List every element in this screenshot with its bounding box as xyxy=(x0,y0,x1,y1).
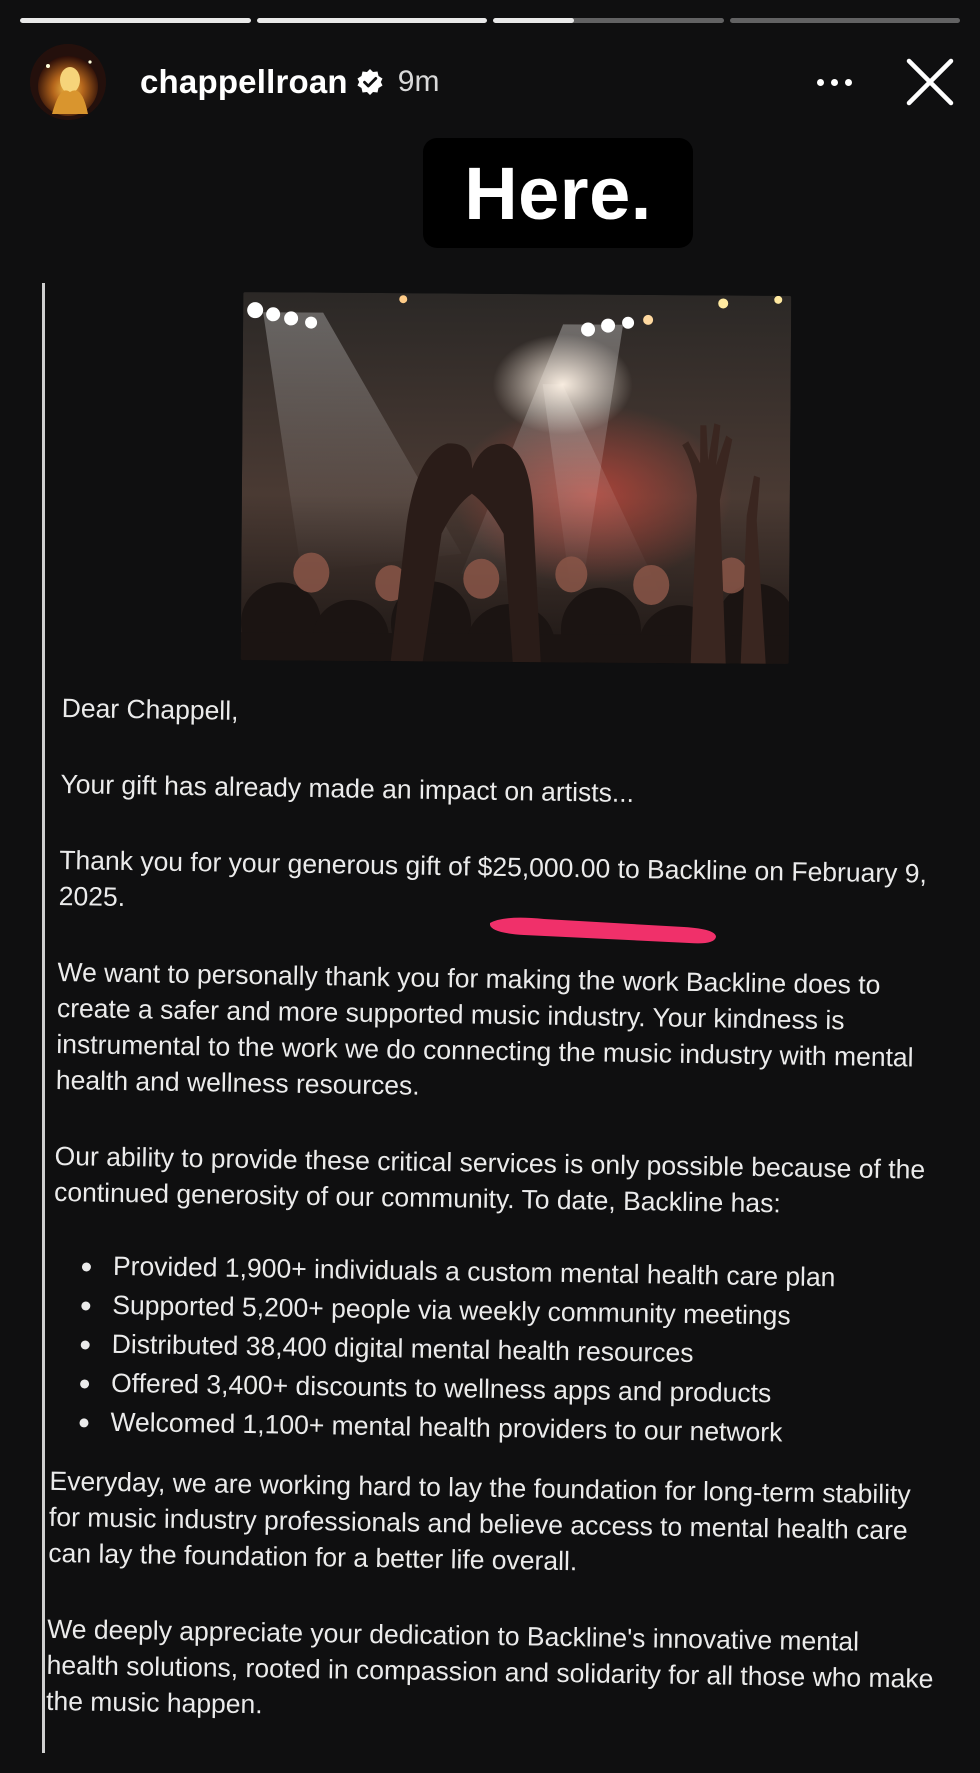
paragraph-3: Everyday, we are working hard to lay the… xyxy=(48,1465,911,1577)
text-sticker: Here. xyxy=(423,138,693,248)
document-edge xyxy=(42,283,45,1753)
impact-list: Provided 1,900+ individuals a custom men… xyxy=(50,1246,943,1455)
pink-underline-mark xyxy=(490,917,716,944)
username[interactable]: chappellroan xyxy=(140,63,348,101)
letter-body: Dear Chappell, Your gift has already mad… xyxy=(45,690,952,1773)
paragraph-4: We deeply appreciate your dedication to … xyxy=(45,1613,934,1720)
post-time: 9m xyxy=(397,65,440,98)
verified-badge-icon xyxy=(356,68,384,96)
progress-segment-2 xyxy=(256,18,487,23)
more-options-icon[interactable] xyxy=(804,62,864,102)
close-icon[interactable] xyxy=(900,52,960,112)
story-progress xyxy=(20,18,960,23)
progress-segment-3 xyxy=(493,18,724,23)
paragraph-2: Our ability to provide these critical se… xyxy=(53,1140,926,1219)
intro-line: Your gift has already made an impact on … xyxy=(60,768,635,808)
concert-photo xyxy=(240,292,792,664)
progress-segment-1 xyxy=(20,18,251,23)
paragraph-1: We want to personally thank you for maki… xyxy=(55,956,914,1101)
greeting: Dear Chappell, xyxy=(61,692,239,726)
avatar[interactable] xyxy=(30,44,106,120)
story-header: chappellroan 9m xyxy=(30,40,960,124)
progress-segment-4 xyxy=(729,18,960,23)
